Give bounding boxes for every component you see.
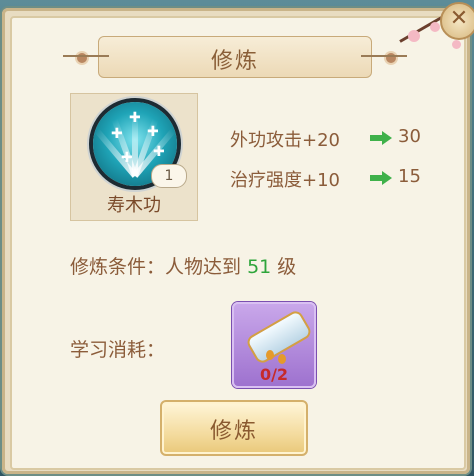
ribbon-knob-right [384,51,398,65]
arrow-right-icon [370,171,392,185]
arrow-right-icon [370,131,392,145]
title-ribbon: 修炼 [63,36,407,78]
cost-item-count: 0/2 [259,365,289,384]
stat-attack-label: 外功攻击+20 [230,130,340,151]
skill-name: 寿木功 [107,195,161,216]
dialog-title: 修炼 [210,49,259,74]
train-condition: 修炼条件：人物达到 51 级 [70,252,296,279]
condition-prefix: 修炼条件：人物达到 [70,256,242,278]
cost-label: 学习消耗： [70,339,166,361]
train-button[interactable]: 修炼 [160,400,308,456]
skill-level-badge: 1 [151,164,187,188]
stat-heal-next: 15 [398,166,421,187]
train-button-label: 修炼 [209,419,258,444]
condition-suffix: 级 [277,256,297,278]
skill-card[interactable]: ✚ ✚ ✚ ✚ ✚ 1 寿木功 [70,93,198,221]
close-button[interactable]: ✕ [440,2,474,40]
blossom-decoration [408,30,420,42]
cost-item-slot[interactable]: 0/2 [232,302,316,388]
condition-level: 51 [247,256,272,278]
stat-heal-label: 治疗强度+10 [230,170,340,191]
blossom-decoration [452,40,461,49]
blossom-decoration [430,22,440,32]
stat-attack-next: 30 [398,126,421,147]
ribbon-knob-left [75,51,89,65]
